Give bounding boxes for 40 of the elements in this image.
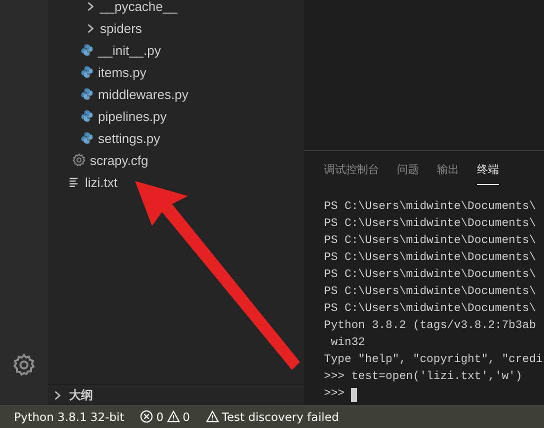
terminal-line: Python 3.8.2 (tags/v3.8.2:7b3ab [324, 318, 537, 334]
file-item[interactable]: pipelines.py [48, 105, 304, 127]
python-icon [80, 43, 94, 57]
warning-count[interactable]: 0 [182, 410, 190, 424]
python-icon [80, 109, 94, 123]
panel-tab[interactable]: 输出 [437, 162, 459, 185]
terminal-line: PS C:\Users\midwinte\Documents\ [324, 234, 537, 249]
terminal-line: PS C:\Users\midwinte\Documents\ [324, 268, 537, 283]
warning-icon [166, 410, 180, 423]
file-item[interactable]: items.py [48, 61, 304, 83]
panel-tab[interactable]: 调试控制台 [324, 162, 379, 185]
gear-icon [72, 153, 86, 167]
folder-item[interactable]: __pycache__ [48, 0, 304, 17]
status-message[interactable]: Test discovery failed [222, 410, 339, 424]
terminal-line: PS C:\Users\midwinte\Documents\ [324, 250, 537, 266]
terminal-line: PS C:\Users\midwinte\Documents\ [324, 302, 537, 317]
warning-icon [206, 410, 219, 423]
panel-tab[interactable]: 问题 [397, 162, 419, 185]
folder-item[interactable]: spiders [48, 17, 304, 39]
panel-tab[interactable]: 终端 [477, 162, 499, 185]
text-cursor [351, 388, 358, 402]
python-icon [80, 131, 94, 145]
terminal-prompt: >>> [324, 387, 346, 402]
terminal-line: PS C:\Users\midwinte\Documents\ [324, 284, 537, 300]
error-count[interactable]: 0 [156, 410, 164, 424]
error-icon [140, 410, 154, 423]
file-item[interactable]: settings.py [48, 127, 304, 149]
terminal-line: win32 [330, 336, 366, 351]
file-item[interactable]: lizi.txt [48, 171, 304, 193]
terminal-line: >>> test=open('lizi.txt','w') [324, 370, 524, 385]
file-item[interactable]: middlewares.py [48, 83, 304, 105]
python-interpreter[interactable]: Python 3.8.1 32-bit [14, 410, 124, 424]
file-item[interactable]: __init__.py [48, 39, 304, 61]
python-icon [80, 87, 94, 101]
terminal-line: Type "help", "copyright", "credi [324, 352, 544, 368]
file-item[interactable]: scrapy.cfg [48, 149, 304, 171]
settings-icon [12, 353, 36, 377]
terminal-line: PS C:\Users\midwinte\Documents\ [324, 216, 537, 232]
terminal-line: PS C:\Users\midwinte\Documents\ [324, 200, 537, 215]
python-icon [80, 65, 94, 79]
